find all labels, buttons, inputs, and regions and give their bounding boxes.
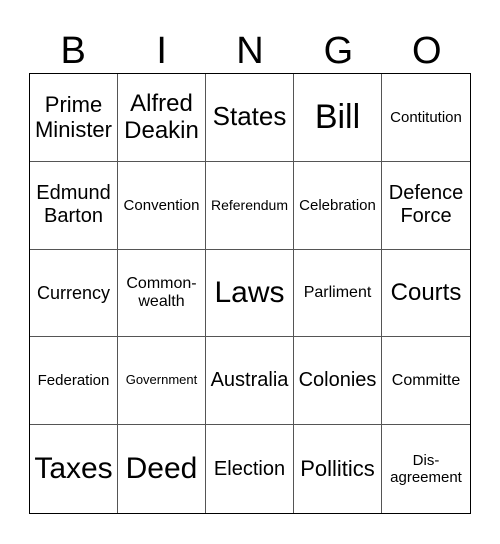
bingo-cell[interactable]: Common- wealth <box>118 249 206 338</box>
bingo-cell[interactable]: Courts <box>382 250 470 338</box>
bingo-cell[interactable]: Alfred Deakin <box>118 74 206 162</box>
bingo-cell[interactable]: Referendum <box>206 161 294 250</box>
bingo-cell[interactable]: Bill <box>294 74 382 162</box>
header-letter-n: N <box>236 30 264 72</box>
bingo-cell[interactable]: Australia <box>206 337 294 426</box>
bingo-cell[interactable]: Prime Minister <box>30 74 118 162</box>
bingo-cell[interactable]: Deed <box>118 425 206 513</box>
bingo-cell[interactable]: Election <box>206 425 294 513</box>
bingo-cell[interactable]: Celebration <box>294 161 382 250</box>
bingo-header: B I N G O <box>29 28 471 74</box>
bingo-cell[interactable]: Dis- agreement <box>382 425 470 513</box>
header-letter-o: O <box>412 30 442 72</box>
bingo-board: Prime Minister Alfred Deakin States Bill… <box>29 73 471 514</box>
header-letter-i: I <box>156 30 167 72</box>
bingo-cell[interactable]: Government <box>118 337 206 426</box>
bingo-cell[interactable]: Contitution <box>382 74 470 162</box>
bingo-cell[interactable]: Parliment <box>294 249 382 338</box>
header-letter-g: G <box>323 30 354 72</box>
bingo-cell[interactable]: Convention <box>118 161 206 250</box>
bingo-cell[interactable]: Laws <box>206 249 294 338</box>
bingo-cell[interactable]: Federation <box>30 337 118 426</box>
bingo-cell[interactable]: Committe <box>382 337 470 426</box>
bingo-cell[interactable]: Colonies <box>294 337 382 426</box>
bingo-cell[interactable]: Edmund Barton <box>30 161 118 250</box>
bingo-cell[interactable]: Pollitics <box>294 425 382 513</box>
bingo-cell[interactable]: Taxes <box>30 425 118 513</box>
bingo-cell[interactable]: Currency <box>30 249 118 338</box>
header-letter-b: B <box>60 30 86 72</box>
bingo-cell[interactable]: Defence Force <box>382 162 470 250</box>
bingo-cell[interactable]: States <box>206 74 294 162</box>
